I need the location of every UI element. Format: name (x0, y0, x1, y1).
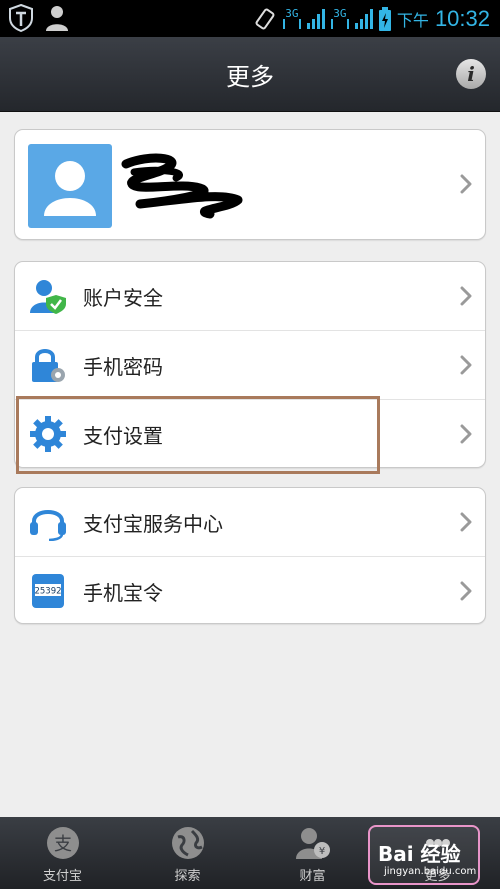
vibrate-icon (255, 8, 275, 29)
redacted-username-scribble (121, 153, 243, 219)
menu-item-label: 手机宝令 (83, 580, 163, 605)
status-time: 10:32 (434, 5, 490, 31)
headset-icon (30, 510, 66, 541)
tab-label: 探索 (174, 869, 201, 884)
tab-label: 支付宝 (42, 869, 82, 884)
person-notification-icon (46, 6, 68, 31)
menu-item-label: 支付宝服务中心 (83, 511, 223, 536)
chevron-right-icon (460, 512, 472, 532)
tab-alipay[interactable]: 支 支付宝 (0, 817, 125, 889)
status-bar: 3G 3G 下午 10:32 (0, 0, 500, 37)
info-icon[interactable]: i (456, 59, 486, 89)
network-type-2: 3G (333, 6, 347, 20)
tab-explore[interactable]: 探索 (125, 817, 250, 889)
user-shield-icon (30, 280, 66, 314)
status-right: 3G 3G 下午 10:32 (253, 0, 490, 37)
tab-label: 财富 (299, 869, 326, 884)
user-avatar-icon (28, 144, 112, 228)
lock-gear-icon (32, 349, 65, 382)
title-bar: 更多 i (0, 37, 500, 112)
menu-item-phone-token[interactable]: 25392 手机宝令 (15, 556, 485, 625)
network-type-1: 3G (285, 6, 299, 20)
wealth-icon: ¥ (295, 828, 330, 859)
token-code: 25392 (34, 587, 61, 597)
chevron-right-icon (460, 174, 472, 194)
alipay-icon: 支 (46, 827, 79, 859)
menu-item-phone-password[interactable]: 手机密码 (15, 330, 485, 399)
menu-item-label: 手机密码 (83, 354, 163, 379)
page-title: 更多 (226, 63, 274, 91)
data-arrows-icon (282, 18, 301, 29)
watermark-url: jingyan.baidu.com (384, 866, 477, 877)
signal-icon-2 (354, 8, 373, 29)
data-arrows-icon-2 (330, 18, 349, 29)
account-card[interactable] (14, 129, 486, 240)
signal-icon-1 (306, 8, 325, 29)
chevron-right-icon (460, 581, 472, 601)
menu-item-label: 账户安全 (83, 285, 163, 310)
highlight-box (16, 396, 380, 474)
globe-icon (171, 827, 204, 859)
svg-text:¥: ¥ (318, 846, 324, 857)
token-icon: 25392 (32, 574, 64, 608)
chevron-right-icon (460, 424, 472, 444)
tab-wealth[interactable]: ¥ 财富 (250, 817, 375, 889)
menu-item-account-security[interactable]: 账户安全 (15, 262, 485, 330)
svg-text:支: 支 (54, 834, 72, 855)
watermark-text: Bai 经验 (378, 842, 461, 866)
shield-app-icon (9, 4, 33, 32)
battery-charging-icon (378, 6, 391, 31)
service-group: 支付宝服务中心 25392 手机宝令 (14, 487, 486, 624)
chevron-right-icon (460, 286, 472, 306)
menu-item-service-center[interactable]: 支付宝服务中心 (15, 488, 485, 556)
status-ampm: 下午 (396, 10, 429, 30)
chevron-right-icon (460, 355, 472, 375)
